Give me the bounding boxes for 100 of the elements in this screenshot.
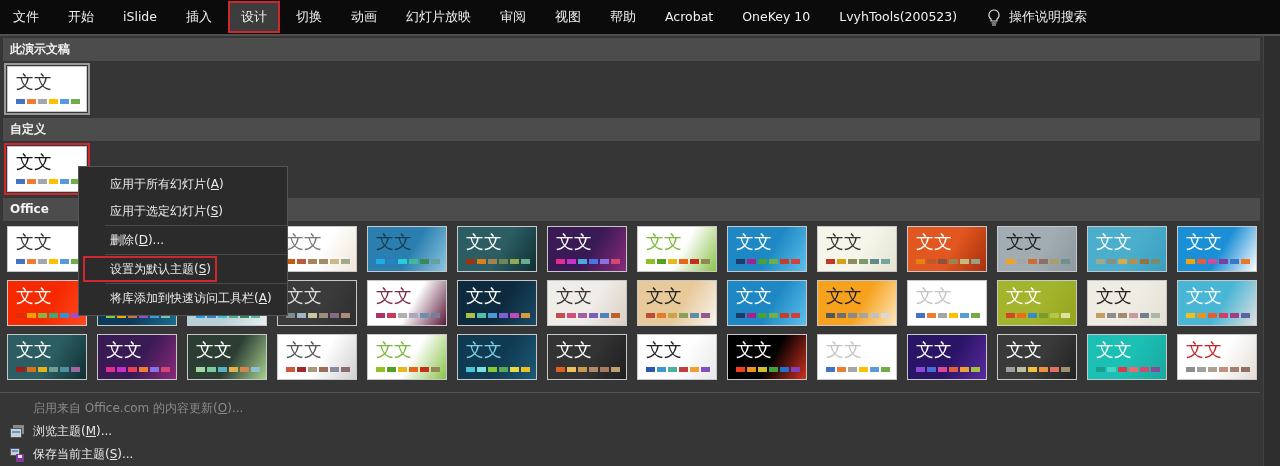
ribbon-tab[interactable]: Acrobat — [652, 1, 727, 33]
ribbon-tab[interactable]: 帮助 — [597, 1, 649, 33]
theme-sample-text: 文文 — [106, 339, 142, 362]
theme-thumbnail[interactable]: 文文 — [454, 223, 540, 275]
theme-sample-text: 文文 — [16, 285, 52, 308]
theme-sample-text: 文文 — [16, 71, 52, 94]
ribbon-tab[interactable]: LvyhTools(200523) — [826, 1, 971, 33]
palette-drawing — [646, 367, 710, 372]
theme-sample-text: 文文 — [466, 339, 502, 362]
palette-drawing — [736, 367, 800, 372]
ribbon-tab[interactable]: 设计 — [228, 1, 280, 33]
theme-thumbnail[interactable]: 文文 — [454, 331, 540, 383]
palette-drawing — [1096, 367, 1160, 372]
palette-drawing — [286, 367, 350, 372]
theme-sample-text: 文文 — [1006, 231, 1042, 254]
menu-command[interactable]: 浏览主题(M)... — [33, 423, 113, 440]
palette-drawing — [196, 367, 260, 372]
theme-thumbnail[interactable]: 文文 — [724, 223, 810, 275]
theme-thumbnail[interactable]: 文文 — [634, 331, 720, 383]
theme-thumbnail[interactable]: 文文 — [1174, 331, 1260, 383]
theme-sample-text: 文文 — [16, 231, 52, 254]
theme-sample-text: 文文 — [1096, 285, 1132, 308]
theme-thumbnail[interactable]: 文文 — [814, 223, 900, 275]
ribbon-tab[interactable]: iSlide — [110, 1, 170, 33]
theme-thumbnail[interactable]: 文文 — [1174, 223, 1260, 275]
ribbon-tab[interactable]: 切换 — [283, 1, 335, 33]
theme-sample-text: 文文 — [196, 339, 232, 362]
theme-thumbnail[interactable]: 文文 — [634, 277, 720, 329]
palette-drawing — [826, 367, 890, 372]
palette-drawing — [16, 99, 80, 104]
context-menu-item[interactable]: 应用于选定幻灯片(S) — [83, 198, 229, 224]
theme-thumbnail[interactable]: 文文 — [4, 143, 90, 195]
theme-thumbnail[interactable]: 文文 — [904, 223, 990, 275]
palette-drawing — [16, 179, 80, 184]
theme-sample-text: 文文 — [466, 231, 502, 254]
save-theme-icon — [8, 446, 25, 463]
palette-drawing — [466, 259, 530, 264]
palette-drawing — [1186, 313, 1250, 318]
ribbon-tab[interactable]: 审阅 — [487, 1, 539, 33]
tell-me-search[interactable]: 操作说明搜索 — [1009, 8, 1088, 26]
ribbon-tab[interactable]: 幻灯片放映 — [393, 1, 484, 33]
palette-drawing — [286, 259, 350, 264]
context-menu-item[interactable]: 设置为默认主题(S) — [83, 256, 217, 282]
palette-drawing — [16, 313, 80, 318]
theme-sample-text: 文文 — [916, 231, 952, 254]
theme-sample-text: 文文 — [1006, 285, 1042, 308]
theme-thumbnail[interactable]: 文文 — [274, 331, 360, 383]
theme-sample-text: 文文 — [826, 231, 862, 254]
ribbon-tab[interactable]: 文件 — [0, 1, 52, 33]
theme-thumbnail[interactable]: 文文 — [4, 331, 90, 383]
theme-thumbnail[interactable]: 文文 — [814, 277, 900, 329]
theme-thumbnail[interactable]: 文文 — [544, 223, 630, 275]
palette-drawing — [916, 259, 980, 264]
theme-thumbnail[interactable]: 文文 — [364, 277, 450, 329]
theme-sample-text: 文文 — [1096, 339, 1132, 362]
theme-thumbnail[interactable]: 文文 — [904, 331, 990, 383]
browse-themes-icon — [8, 424, 25, 439]
palette-drawing — [556, 367, 620, 372]
ribbon-tab[interactable]: OneKey 10 — [729, 1, 824, 33]
palette-drawing — [1186, 259, 1250, 264]
palette-drawing — [1096, 313, 1160, 318]
theme-sample-text: 文文 — [736, 339, 772, 362]
theme-sample-text: 文文 — [736, 231, 772, 254]
palette-drawing — [1186, 367, 1250, 372]
theme-thumbnail[interactable]: 文文 — [724, 331, 810, 383]
theme-sample-text: 文文 — [826, 285, 862, 308]
scrollbar[interactable] — [1263, 36, 1280, 466]
theme-thumbnail[interactable]: 文文 — [544, 277, 630, 329]
theme-thumbnail[interactable]: 文文 — [94, 331, 180, 383]
palette-drawing — [376, 259, 440, 264]
ribbon-tab[interactable]: 视图 — [542, 1, 594, 33]
ribbon-tab[interactable]: 插入 — [173, 1, 225, 33]
palette-drawing — [376, 313, 440, 318]
menu-command[interactable]: 保存当前主题(S)... — [33, 446, 134, 463]
section-header: 此演示文稿 — [3, 38, 1260, 61]
palette-drawing — [286, 313, 350, 318]
theme-sample-text: 文文 — [826, 339, 862, 362]
ribbon-tab[interactable]: 动画 — [338, 1, 390, 33]
theme-thumbnail[interactable]: 文文 — [184, 331, 270, 383]
theme-sample-text: 文文 — [556, 285, 592, 308]
theme-thumbnail[interactable]: 文文 — [994, 223, 1080, 275]
palette-drawing — [16, 259, 80, 264]
theme-thumbnail[interactable]: 文文 — [4, 63, 90, 115]
palette-drawing — [736, 313, 800, 318]
palette-drawing — [556, 259, 620, 264]
palette-drawing — [916, 367, 980, 372]
theme-sample-text: 文文 — [16, 339, 52, 362]
theme-thumbnail[interactable]: 文文 — [724, 277, 810, 329]
theme-thumbnail[interactable]: 文文 — [544, 331, 630, 383]
theme-sample-text: 文文 — [376, 339, 412, 362]
theme-thumbnail[interactable]: 文文 — [454, 277, 540, 329]
theme-sample-text: 文文 — [556, 231, 592, 254]
theme-thumbnail[interactable]: 文文 — [994, 331, 1080, 383]
palette-drawing — [916, 313, 980, 318]
ribbon-tab[interactable]: 开始 — [55, 1, 107, 33]
palette-drawing — [646, 313, 710, 318]
palette-drawing — [646, 259, 710, 264]
palette-drawing — [106, 367, 170, 372]
theme-sample-text: 文文 — [1006, 339, 1042, 362]
theme-thumbnail[interactable]: 文文 — [1084, 277, 1170, 329]
